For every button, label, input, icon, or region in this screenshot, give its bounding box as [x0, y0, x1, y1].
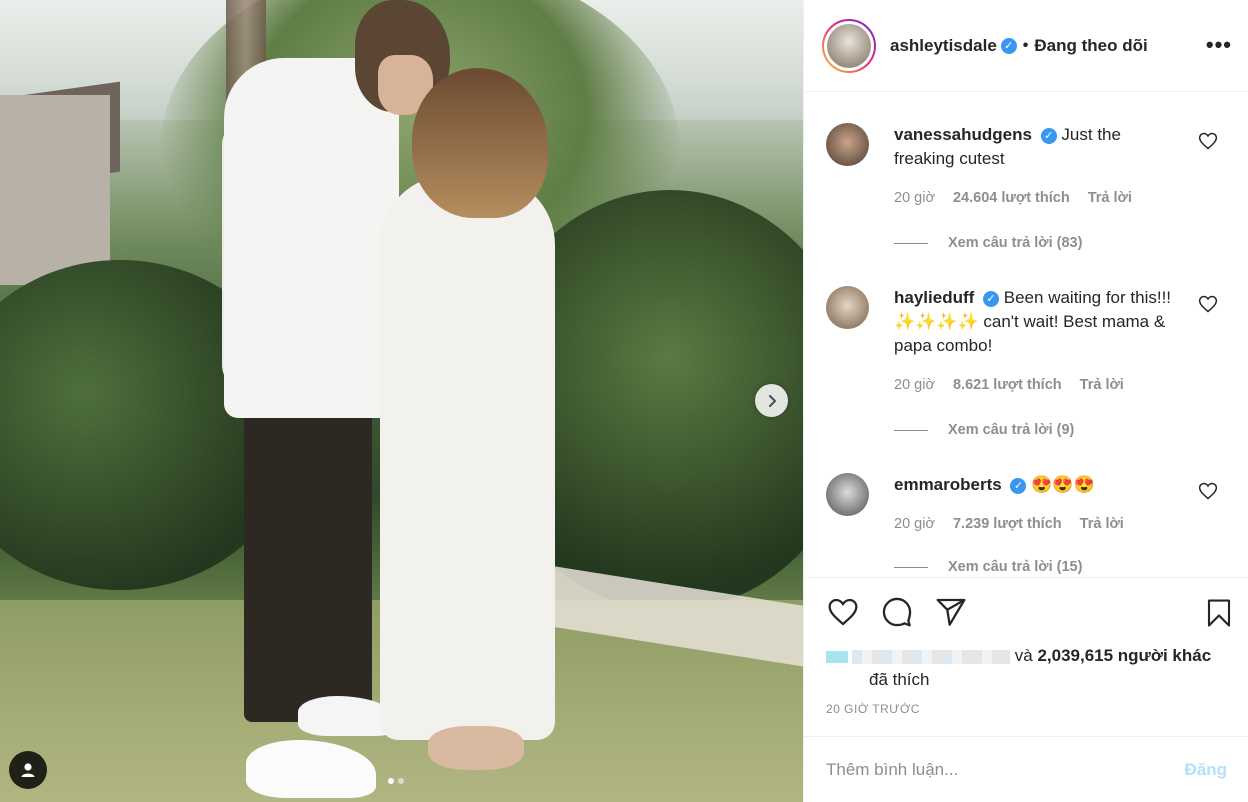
heart-icon[interactable] [826, 596, 860, 628]
photo-man-pants [244, 372, 372, 722]
share-icon[interactable] [934, 596, 968, 628]
photo-house [0, 95, 110, 285]
likes-summary: và 2,039,615 người khác đã thích [826, 644, 1236, 692]
comment-body: emmaroberts ✓ 😍😍😍 [894, 473, 1184, 497]
comment-time: 20 giờ [894, 377, 935, 393]
carousel-dots [388, 778, 404, 784]
comment-text: 😍😍😍 [1031, 475, 1095, 494]
comment-avatar[interactable] [826, 123, 869, 166]
header-separator: • [1022, 36, 1029, 54]
view-replies-button[interactable]: Xem câu trả lời (83) [894, 235, 1082, 251]
view-replies-label: Xem câu trả lời (83) [948, 235, 1083, 251]
verified-icon: ✓ [1000, 37, 1017, 54]
verified-icon: ✓ [1010, 477, 1027, 494]
carousel-dot-active [388, 778, 394, 784]
post-comment-button[interactable]: Đăng [1185, 760, 1228, 780]
user-tag-icon [21, 763, 35, 777]
next-photo-button[interactable] [755, 384, 788, 417]
comment-body: haylieduff ✓ Been waiting for this!!! ✨✨… [894, 286, 1184, 358]
comment-avatar[interactable] [826, 473, 869, 516]
comment-username[interactable]: haylieduff [894, 288, 974, 307]
photo-woman-dress [380, 175, 555, 740]
comment-meta: 20 giờ 24.604 lượt thích Trả lời [894, 190, 1146, 206]
view-replies-label: Xem câu trả lời (9) [948, 422, 1075, 438]
comment-likes[interactable]: 7.239 lượt thích [953, 516, 1062, 532]
reply-button[interactable]: Trả lời [1088, 190, 1132, 206]
comment-time: 20 giờ [894, 190, 935, 206]
view-replies-label: Xem câu trả lời (15) [948, 559, 1083, 575]
comment-likes[interactable]: 24.604 lượt thích [953, 190, 1070, 206]
post-header: ashleytisdale ✓ • Đang theo dõi ••• [804, 0, 1248, 92]
heart-icon[interactable] [1198, 481, 1218, 501]
comment-icon[interactable] [880, 596, 914, 628]
comment-avatar[interactable] [826, 286, 869, 329]
liker-avatar[interactable] [826, 650, 848, 663]
liker-names-blurred[interactable] [852, 649, 1010, 664]
bookmark-icon[interactable] [1204, 596, 1234, 630]
replies-divider [894, 429, 928, 431]
post-photo[interactable] [0, 0, 803, 802]
view-replies-button[interactable]: Xem câu trả lời (15) [894, 559, 1082, 575]
comment-input[interactable]: Thêm bình luận... [826, 760, 1185, 780]
comment-time: 20 giờ [894, 516, 935, 532]
post-side-panel: ashleytisdale ✓ • Đang theo dõi ••• vane… [803, 0, 1248, 802]
chevron-right-icon [768, 394, 776, 407]
carousel-dot [398, 778, 404, 784]
likes-suffix: đã thích [869, 670, 930, 689]
verified-icon: ✓ [983, 290, 1000, 307]
photo-woman-feet [428, 726, 524, 770]
comment-body: vanessahudgens ✓ Just the freaking cutes… [894, 123, 1184, 171]
more-icon[interactable]: ••• [1206, 32, 1232, 58]
photo-man-shirt [224, 58, 399, 418]
tagged-users-button[interactable] [9, 751, 47, 789]
add-comment-bar: Thêm bình luận... Đăng [804, 736, 1248, 802]
verified-icon: ✓ [1040, 127, 1057, 144]
comment-meta: 20 giờ 8.621 lượt thích Trả lời [894, 377, 1138, 393]
reply-button[interactable]: Trả lời [1080, 377, 1124, 393]
comment-likes[interactable]: 8.621 lượt thích [953, 377, 1062, 393]
comment-meta: 20 giờ 7.239 lượt thích Trả lời [894, 516, 1138, 532]
heart-icon[interactable] [1198, 131, 1218, 151]
comment-username[interactable]: vanessahudgens [894, 125, 1032, 144]
heart-icon[interactable] [1198, 294, 1218, 314]
comment-username[interactable]: emmaroberts [894, 475, 1002, 494]
author-username[interactable]: ashleytisdale [890, 36, 997, 56]
replies-divider [894, 566, 928, 568]
replies-divider [894, 242, 928, 244]
photo-woman-hair [412, 68, 548, 218]
post-actions: và 2,039,615 người khác đã thích 20 GIỜ … [804, 577, 1248, 802]
author-avatar[interactable] [822, 18, 876, 73]
likes-count[interactable]: 2,039,615 người khác [1037, 646, 1211, 665]
likes-conjunction: và [1014, 646, 1033, 665]
post-timestamp[interactable]: 20 GIỜ TRƯỚC [826, 702, 920, 716]
view-replies-button[interactable]: Xem câu trả lời (9) [894, 422, 1074, 438]
action-bar [826, 596, 1236, 630]
comments-list[interactable]: vanessahudgens ✓ Just the freaking cutes… [804, 93, 1248, 576]
reply-button[interactable]: Trả lời [1080, 516, 1124, 532]
follow-status[interactable]: Đang theo dõi [1034, 36, 1147, 56]
